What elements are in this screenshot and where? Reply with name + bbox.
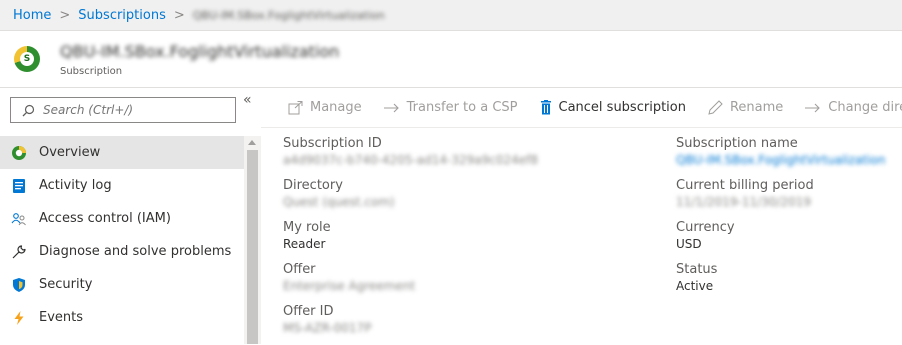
scroll-up-arrow-icon[interactable] [248, 140, 256, 145]
cancel-subscription-label: Cancel subscription [558, 100, 686, 115]
sidebar-item-events[interactable]: Events [0, 301, 244, 334]
property-value: a4d9037c-b740-4205-ad14-329a9c024ef8 [283, 153, 538, 167]
sidebar-item-diagnose[interactable]: Diagnose and solve problems [0, 235, 244, 268]
change-directory-label: Change directory [828, 100, 902, 115]
sidebar-item-access-control[interactable]: Access control (IAM) [0, 202, 244, 235]
property-value: 11/1/2019-11/30/2019 [676, 195, 812, 209]
property-offer: Offer Enterprise Agreement [283, 261, 663, 303]
property-value: Reader [283, 237, 326, 251]
search-box[interactable] [10, 97, 236, 123]
arrow-right-icon [805, 103, 821, 113]
sidebar-item-label: Overview [39, 145, 101, 160]
shield-icon [11, 277, 27, 293]
property-label: Subscription ID [283, 136, 382, 151]
main-content: Manage Transfer to a CSP Cancel subscrip… [261, 87, 902, 343]
sidebar-item-label: Activity log [39, 178, 112, 193]
transfer-button[interactable]: Transfer to a CSP [383, 100, 518, 115]
property-currency: Currency USD [676, 219, 902, 261]
sidebar-scrollbar[interactable] [244, 136, 261, 344]
breadcrumb-home-link[interactable]: Home [13, 8, 51, 23]
breadcrumb: Home > Subscriptions > QBU-IM.SBox.Fogli… [0, 0, 902, 31]
rename-label: Rename [729, 100, 784, 115]
pencil-icon [708, 100, 723, 115]
property-label: Offer ID [283, 304, 334, 319]
property-label: Status [676, 262, 718, 277]
rename-button[interactable]: Rename [708, 100, 783, 115]
breadcrumb-current: QBU-IM.SBox.FoglightVirtualization [192, 8, 385, 22]
change-directory-button[interactable]: Change directory [805, 100, 902, 115]
property-offer-id: Offer ID MS-AZR-0017P [283, 303, 663, 345]
manage-label: Manage [310, 100, 362, 115]
scrollbar-thumb[interactable] [247, 150, 258, 344]
collapse-sidebar-button[interactable]: « [243, 92, 252, 108]
property-value: MS-AZR-0017P [283, 321, 372, 335]
lightning-icon [11, 310, 27, 326]
property-directory: Directory Quest (quest.com) [283, 177, 663, 219]
toolbar: Manage Transfer to a CSP Cancel subscrip… [261, 88, 902, 128]
property-label: Currency [676, 220, 735, 235]
arrow-right-icon [383, 103, 400, 113]
property-value: USD [676, 237, 702, 251]
sidebar: « Overview Activity log Access control (… [0, 87, 261, 344]
page-subtitle: Subscription [60, 66, 123, 77]
manage-button[interactable]: Manage [288, 100, 362, 115]
property-subscription-id: Subscription ID a4d9037c-b740-4205-ad14-… [283, 135, 663, 177]
sidebar-item-overview[interactable]: Overview [0, 136, 244, 169]
transfer-label: Transfer to a CSP [406, 100, 518, 115]
sidebar-item-label: Access control (IAM) [39, 211, 171, 226]
activity-log-icon [11, 178, 27, 194]
breadcrumb-separator: > [173, 7, 185, 23]
wrench-icon [11, 244, 27, 260]
subscription-icon-letter: S [23, 54, 31, 64]
sidebar-nav: Overview Activity log Access control (IA… [0, 136, 244, 334]
breadcrumb-separator: > [59, 7, 71, 23]
cancel-subscription-button[interactable]: Cancel subscription [540, 100, 686, 115]
property-label: Offer [283, 262, 316, 277]
sidebar-item-label: Security [39, 277, 93, 292]
sidebar-item-security[interactable]: Security [0, 268, 244, 301]
external-link-icon [288, 100, 303, 115]
search-input[interactable] [41, 102, 225, 118]
property-my-role: My role Reader [283, 219, 663, 261]
page-header: S QBU-IM.SBox.FoglightVirtualization Sub… [0, 31, 902, 87]
essentials-right-column: Subscription name QBU-IM.SBox.FoglightVi… [676, 135, 902, 303]
essentials-left-column: Subscription ID a4d9037c-b740-4205-ad14-… [283, 135, 663, 345]
breadcrumb-subscriptions-link[interactable]: Subscriptions [78, 8, 166, 23]
property-value: Enterprise Agreement [283, 279, 416, 293]
subscription-icon: S [14, 46, 40, 72]
property-label: Subscription name [676, 136, 798, 151]
overview-icon [11, 145, 27, 161]
property-value: Quest (quest.com) [283, 195, 395, 209]
trash-icon [540, 100, 552, 115]
people-icon [11, 211, 27, 227]
property-value: Active [676, 279, 714, 293]
sidebar-item-activity-log[interactable]: Activity log [0, 169, 244, 202]
search-icon [19, 101, 37, 119]
sidebar-item-label: Events [39, 310, 84, 325]
subscription-name-link[interactable]: QBU-IM.SBox.FoglightVirtualization [676, 152, 902, 169]
sidebar-item-label: Diagnose and solve problems [39, 244, 232, 259]
property-label: Current billing period [676, 178, 814, 193]
property-billing-period: Current billing period 11/1/2019-11/30/2… [676, 177, 902, 219]
property-label: Directory [283, 178, 343, 193]
page-title: QBU-IM.SBox.FoglightVirtualization [60, 42, 340, 61]
property-label: My role [283, 220, 331, 235]
property-status: Status Active [676, 261, 902, 303]
property-subscription-name: Subscription name QBU-IM.SBox.FoglightVi… [676, 135, 902, 177]
